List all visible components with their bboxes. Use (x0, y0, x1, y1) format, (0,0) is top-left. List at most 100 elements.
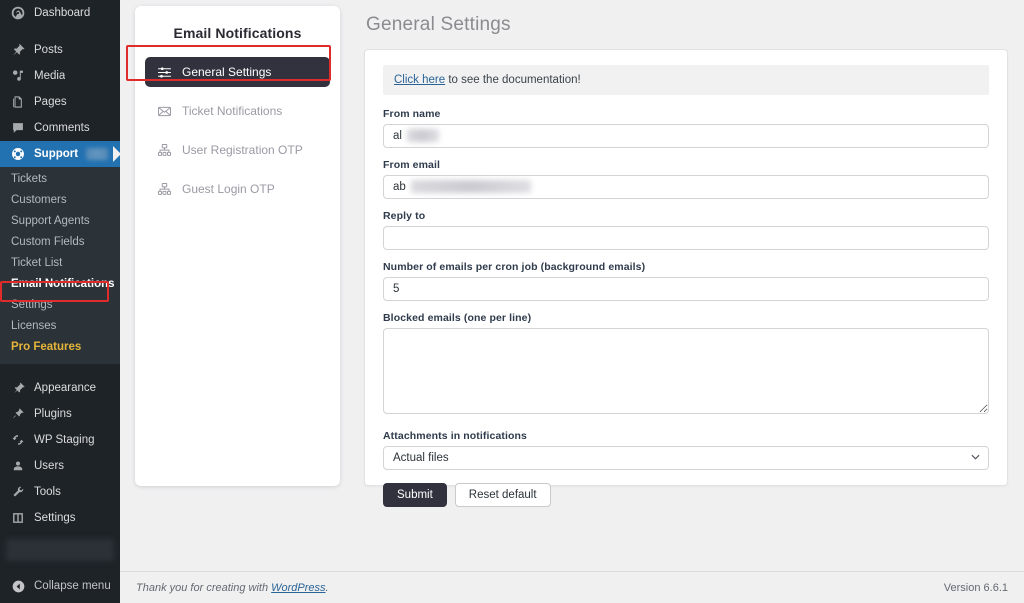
wp-admin-sidebar: Dashboard Posts Media Pages Comments (0, 0, 120, 603)
wp-staging-icon (9, 431, 27, 449)
sidebar-item-label: WP Staging (34, 434, 95, 446)
tools-icon (9, 483, 27, 501)
sidebar-item-label: Posts (34, 44, 63, 56)
support-icon (9, 145, 27, 163)
footer-thanks-suffix: . (326, 582, 329, 594)
tab-label: General Settings (182, 65, 271, 79)
field-blocked-emails: Blocked emails (one per line) (383, 312, 989, 419)
sidebar-subitem-ticket-list[interactable]: Ticket List (0, 253, 120, 274)
sidebar-item-wp-staging[interactable]: WP Staging (0, 427, 120, 453)
sidebar-item-comments[interactable]: Comments (0, 115, 120, 141)
tab-label: User Registration OTP (182, 143, 303, 157)
attachments-select[interactable]: Actual files (383, 446, 989, 470)
sidebar-subitem-licenses[interactable]: Licenses (0, 316, 120, 337)
emails-per-cron-label: Number of emails per cron job (backgroun… (383, 261, 989, 273)
from-email-label: From email (383, 159, 989, 171)
plugin-tab-panel: Email Notifications General Settings (135, 6, 340, 486)
tab-ticket-notifications[interactable]: Ticket Notifications (145, 96, 330, 126)
sidebar-item-support[interactable]: Support (0, 141, 120, 167)
comments-icon (9, 119, 27, 137)
attachments-label: Attachments in notifications (383, 430, 989, 442)
documentation-link[interactable]: Click here (394, 74, 445, 86)
plugin-tab-panel-wrapper: Email Notifications General Settings (120, 0, 348, 603)
users-icon (9, 457, 27, 475)
dashboard-icon (9, 4, 27, 22)
sidebar-subitem-email-notifications[interactable]: Email Notifications (0, 274, 120, 295)
wp-admin-screen: Dashboard Posts Media Pages Comments (0, 0, 1024, 603)
sidebar-item-label: Tools (34, 486, 61, 498)
settings-card: Click here to see the documentation! Fro… (364, 49, 1008, 486)
chevron-left-circle-icon (9, 577, 27, 595)
tab-general-settings[interactable]: General Settings (145, 57, 330, 87)
sidebar-item-settings[interactable]: Settings (0, 505, 120, 531)
documentation-notice-text: to see the documentation! (445, 74, 581, 86)
appearance-icon (9, 379, 27, 397)
tab-guest-login-otp[interactable]: Guest Login OTP (145, 174, 330, 204)
support-badge-redacted (86, 148, 108, 160)
sidebar-item-tools[interactable]: Tools (0, 479, 120, 505)
from-name-label: From name (383, 108, 989, 120)
sidebar-subitem-pro-features[interactable]: Pro Features (0, 337, 120, 358)
tab-user-registration-otp[interactable]: User Registration OTP (145, 135, 330, 165)
emails-per-cron-input[interactable] (383, 277, 989, 301)
sidebar-item-dashboard[interactable]: Dashboard (0, 0, 120, 26)
blocked-emails-label: Blocked emails (one per line) (383, 312, 989, 324)
sidebar-subitem-support-agents[interactable]: Support Agents (0, 211, 120, 232)
media-icon (9, 67, 27, 85)
sliders-icon (155, 63, 173, 81)
sidebar-item-media[interactable]: Media (0, 63, 120, 89)
footer-version: Version 6.6.1 (944, 582, 1008, 594)
sidebar-item-label: Dashboard (34, 7, 90, 19)
sidebar-subitem-customers[interactable]: Customers (0, 190, 120, 211)
sidebar-item-label: Plugins (34, 408, 72, 420)
settings-icon (9, 509, 27, 527)
plugins-icon (9, 405, 27, 423)
from-name-redaction (407, 129, 439, 142)
reply-to-input[interactable] (383, 226, 989, 250)
submit-button[interactable]: Submit (383, 483, 447, 507)
sidebar-item-posts[interactable]: Posts (0, 37, 120, 63)
reply-to-label: Reply to (383, 210, 989, 222)
sidebar-item-plugins[interactable]: Plugins (0, 401, 120, 427)
reset-default-button[interactable]: Reset default (455, 483, 551, 507)
footer-thanks: Thank you for creating with WordPress. (136, 582, 329, 594)
collapse-menu-button[interactable]: Collapse menu (0, 577, 120, 595)
from-name-input-wrapper (383, 124, 989, 148)
sidebar-subitem-tickets[interactable]: Tickets (0, 169, 120, 190)
sidebar-item-label: Media (34, 70, 65, 82)
sitemap-icon (155, 141, 173, 159)
field-attachments: Attachments in notifications Actual file… (383, 430, 989, 470)
from-email-input-wrapper (383, 175, 989, 199)
tab-label: Ticket Notifications (182, 104, 282, 118)
footer-thanks-prefix: Thank you for creating with (136, 582, 271, 594)
envelope-icon (155, 102, 173, 120)
field-from-name: From name (383, 108, 989, 148)
wordpress-link[interactable]: WordPress (271, 582, 325, 594)
documentation-notice: Click here to see the documentation! (383, 65, 989, 95)
pin-icon (9, 41, 27, 59)
form-actions: Submit Reset default (383, 483, 989, 507)
sidebar-subitem-settings[interactable]: Settings (0, 295, 120, 316)
sidebar-item-appearance[interactable]: Appearance (0, 375, 120, 401)
support-submenu: Tickets Customers Support Agents Custom … (0, 167, 120, 364)
sidebar-item-users[interactable]: Users (0, 453, 120, 479)
plugin-panel-title: Email Notifications (145, 20, 330, 57)
main-content: General Settings Click here to see the d… (348, 0, 1024, 603)
blocked-emails-textarea[interactable] (383, 328, 989, 414)
sidebar-item-label: Support (34, 148, 78, 160)
sidebar-item-label: Users (34, 460, 64, 472)
field-emails-per-cron: Number of emails per cron job (backgroun… (383, 261, 989, 301)
field-from-email: From email (383, 159, 989, 199)
sidebar-item-label: Settings (34, 512, 76, 524)
field-reply-to: Reply to (383, 210, 989, 250)
attachments-select-wrapper: Actual files (383, 446, 989, 470)
sidebar-item-label: Appearance (34, 382, 96, 394)
collapse-menu-label: Collapse menu (34, 580, 111, 592)
page-title: General Settings (364, 12, 1008, 49)
sidebar-subitem-custom-fields[interactable]: Custom Fields (0, 232, 120, 253)
sidebar-item-label: Pages (34, 96, 67, 108)
from-name-input[interactable] (383, 124, 989, 148)
tab-label: Guest Login OTP (182, 182, 275, 196)
sidebar-item-pages[interactable]: Pages (0, 89, 120, 115)
pages-icon (9, 93, 27, 111)
